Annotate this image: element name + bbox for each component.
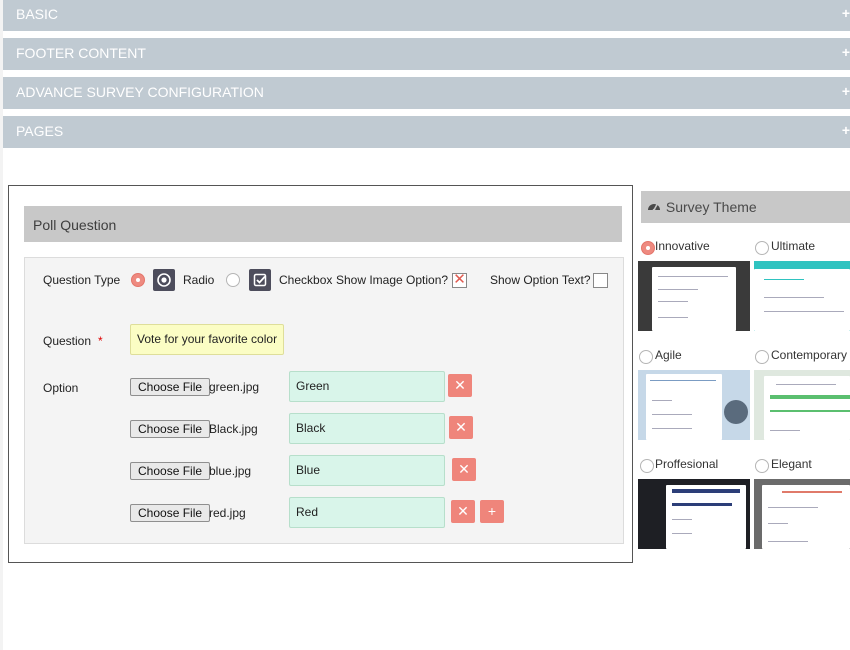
theme-radio-agile[interactable] bbox=[639, 350, 653, 364]
option-text-input[interactable]: Red bbox=[289, 497, 445, 528]
question-type-label: Question Type bbox=[43, 273, 121, 287]
theme-preview-contemporary[interactable] bbox=[754, 370, 850, 440]
option-label: Option bbox=[43, 381, 79, 395]
choose-file-button[interactable]: Choose File bbox=[130, 420, 211, 438]
accordion-basic-label: BASIC bbox=[16, 6, 59, 22]
remove-option-button[interactable]: ✕ bbox=[452, 458, 476, 481]
option-file-name: green.jpg bbox=[209, 380, 260, 394]
theme-radio-contemporary[interactable] bbox=[755, 350, 769, 364]
show-option-text-checkbox[interactable] bbox=[593, 273, 608, 288]
radio-type-label: Radio bbox=[183, 273, 215, 287]
theme-preview-innovative[interactable] bbox=[638, 261, 750, 331]
show-image-option-checkbox[interactable]: ✕ bbox=[452, 272, 467, 288]
expand-plus-icon[interactable]: + bbox=[842, 116, 850, 144]
poll-question-header: Poll Question bbox=[24, 206, 622, 242]
theme-radio-ultimate[interactable] bbox=[755, 241, 769, 255]
add-option-button[interactable]: + bbox=[480, 500, 504, 523]
required-marker: * bbox=[98, 334, 103, 348]
accordion-pages-label: PAGES bbox=[16, 123, 64, 139]
survey-theme-title: Survey Theme bbox=[665, 199, 757, 215]
theme-name-proffesional: Proffesional bbox=[655, 457, 719, 471]
option-file-name: red.jpg bbox=[209, 506, 246, 520]
theme-preview-elegant[interactable] bbox=[754, 479, 850, 549]
theme-radio-elegant[interactable] bbox=[755, 459, 769, 473]
accordion-footer-content[interactable]: FOOTER CONTENT + bbox=[3, 38, 850, 70]
theme-radio-innovative[interactable] bbox=[641, 241, 655, 255]
show-option-text-label: Show Option Text? bbox=[490, 273, 591, 287]
option-text-input[interactable]: Green bbox=[289, 371, 445, 402]
option-file-name: blue.jpg bbox=[209, 464, 252, 478]
choose-file-button[interactable]: Choose File bbox=[130, 462, 211, 480]
accordion-advance-survey-configuration[interactable]: ADVANCE SURVEY CONFIGURATION + bbox=[3, 77, 850, 109]
remove-option-button[interactable]: ✕ bbox=[448, 374, 472, 397]
poll-question-body: Question Type Radio Checkbox Show Image … bbox=[24, 257, 624, 544]
theme-name-agile: Agile bbox=[655, 348, 682, 362]
choose-file-button[interactable]: Choose File bbox=[130, 504, 211, 522]
poll-question-panel: Poll Question Question Type Radio Checkb… bbox=[8, 185, 633, 563]
theme-preview-proffesional[interactable] bbox=[638, 479, 750, 549]
remove-option-button[interactable]: ✕ bbox=[451, 500, 475, 523]
theme-name-contemporary: Contemporary bbox=[771, 348, 848, 362]
theme-radio-proffesional[interactable] bbox=[640, 459, 654, 473]
radio-type-radio[interactable] bbox=[131, 273, 145, 287]
theme-name-ultimate: Ultimate bbox=[771, 239, 816, 253]
theme-preview-agile[interactable] bbox=[638, 370, 750, 440]
radio-type-checkbox[interactable] bbox=[226, 273, 240, 287]
expand-plus-icon[interactable]: + bbox=[842, 0, 850, 27]
theme-name-innovative: Innovative bbox=[655, 239, 710, 253]
remove-option-button[interactable]: ✕ bbox=[449, 416, 473, 439]
accordion-pages[interactable]: PAGES + bbox=[3, 116, 850, 148]
option-text-input[interactable]: Blue bbox=[289, 455, 445, 486]
question-input[interactable]: Vote for your favorite color bbox=[130, 324, 284, 355]
expand-plus-icon[interactable]: + bbox=[842, 38, 850, 66]
theme-name-elegant: Elegant bbox=[771, 457, 812, 471]
expand-plus-icon[interactable]: + bbox=[842, 77, 850, 105]
checkbox-type-label: Checkbox bbox=[279, 273, 333, 287]
question-label: Question * bbox=[43, 334, 103, 348]
checkbox-icon bbox=[249, 269, 271, 291]
dashboard-gauge-icon bbox=[647, 192, 662, 224]
accordion-advance-label: ADVANCE SURVEY CONFIGURATION bbox=[16, 84, 264, 100]
theme-preview-ultimate[interactable] bbox=[754, 261, 850, 331]
option-text-input[interactable]: Black bbox=[289, 413, 445, 444]
accordion-footer-content-label: FOOTER CONTENT bbox=[16, 45, 146, 61]
radio-button-icon bbox=[153, 269, 175, 291]
choose-file-button[interactable]: Choose File bbox=[130, 378, 211, 396]
survey-theme-header: Survey Theme bbox=[641, 191, 850, 223]
option-file-name: Black.jpg bbox=[209, 422, 258, 436]
show-image-option-label: Show Image Option? bbox=[336, 273, 449, 287]
accordion-basic[interactable]: BASIC + bbox=[3, 0, 850, 31]
